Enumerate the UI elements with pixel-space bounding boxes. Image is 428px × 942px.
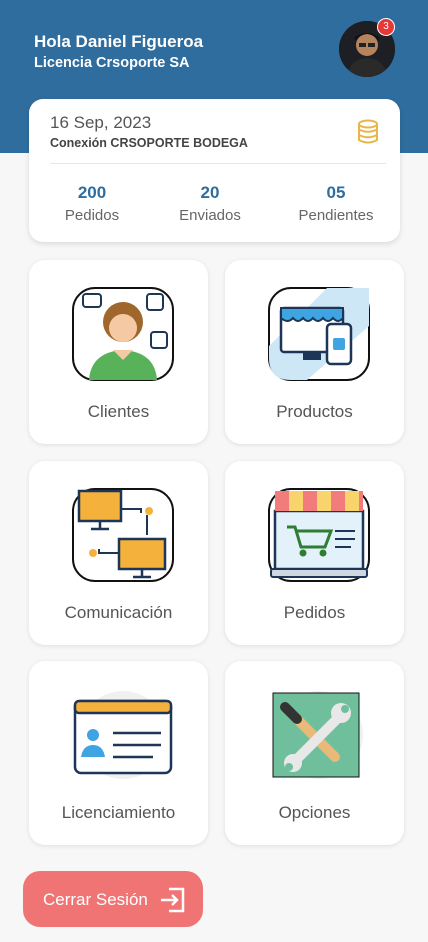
logout-button[interactable]: Cerrar Sesión <box>23 871 203 927</box>
greeting: Hola Daniel Figueroa <box>34 32 204 51</box>
menu-tile-clientes[interactable]: Clientes <box>29 260 208 444</box>
store-icon <box>268 287 370 381</box>
connection-label: Conexión CRSOPORTE BODEGA <box>50 136 248 150</box>
menu-label: Licenciamiento <box>61 803 176 822</box>
stat-pedidos: 200 Pedidos <box>37 183 147 224</box>
network-icon <box>72 488 174 582</box>
shopping-cart-icon <box>268 488 370 582</box>
logout-label: Cerrar Sesión <box>43 890 148 909</box>
menu-label: Productos <box>276 402 353 421</box>
exit-icon <box>161 887 185 913</box>
stat-value: 200 <box>77 183 107 202</box>
divider <box>50 163 386 164</box>
notification-badge[interactable]: 3 <box>377 18 395 36</box>
menu-tile-productos[interactable]: Productos <box>225 260 404 444</box>
menu-tile-comunicacion[interactable]: Comunicación <box>29 461 208 645</box>
menu-tile-pedidos[interactable]: Pedidos <box>225 461 404 645</box>
tools-icon <box>272 691 363 779</box>
customer-support-icon <box>72 287 174 381</box>
menu-tile-licenciamiento[interactable]: Licenciamiento <box>29 661 208 845</box>
current-date: 16 Sep, 2023 <box>50 113 152 132</box>
id-card-icon <box>73 691 173 779</box>
menu-label: Opciones <box>278 803 351 822</box>
info-card: 16 Sep, 2023 Conexión CRSOPORTE BODEGA 2… <box>29 99 400 242</box>
menu-tile-opciones[interactable]: Opciones <box>225 661 404 845</box>
menu-label: Pedidos <box>283 603 346 622</box>
stat-label: Enviados <box>179 207 241 224</box>
stat-label: Pendientes <box>298 207 374 224</box>
stat-label: Pedidos <box>64 207 120 224</box>
database-icon[interactable] <box>357 119 379 145</box>
stat-enviados: 20 Enviados <box>155 183 265 224</box>
license-name: Licencia Crsoporte SA <box>34 55 190 71</box>
stat-value: 20 <box>200 183 220 202</box>
menu-label: Comunicación <box>64 603 173 622</box>
stat-pendientes: 05 Pendientes <box>281 183 391 224</box>
menu-label: Clientes <box>87 402 150 421</box>
stat-value: 05 <box>326 183 346 202</box>
